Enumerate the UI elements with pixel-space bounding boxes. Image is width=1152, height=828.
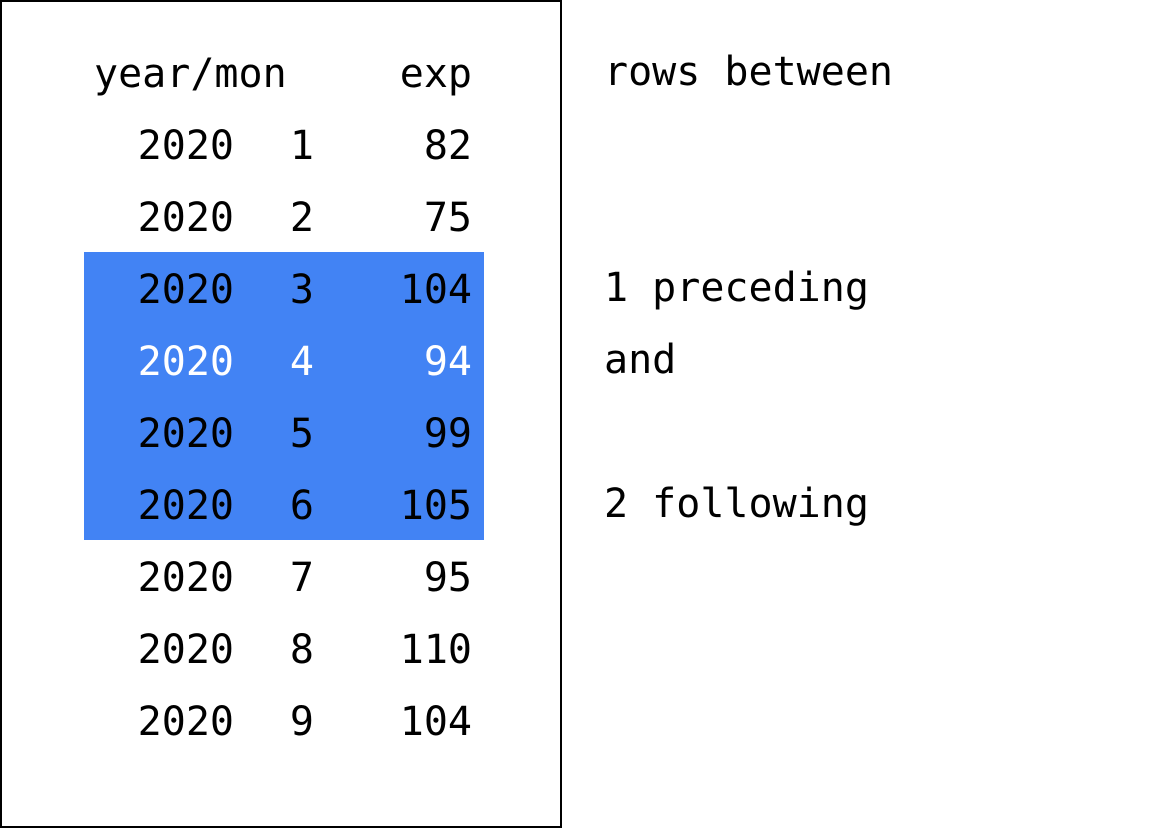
row-2-exp: 75 — [423, 195, 472, 241]
row-7-year: 2020 — [137, 555, 234, 601]
header-exp: exp — [399, 51, 472, 97]
row-7-mon: 7 — [289, 555, 314, 601]
row-3-year: 2020 — [137, 267, 234, 313]
row-8-year: 2020 — [137, 627, 234, 673]
row-2-year: 2020 — [137, 195, 234, 241]
header-year-mon: year/mon — [94, 51, 287, 97]
annotation-following: 2 following — [604, 481, 869, 527]
row-8-mon: 8 — [289, 627, 314, 673]
row-2-mon: 2 — [289, 195, 314, 241]
row-6-exp: 105 — [399, 483, 472, 529]
row-6-mon: 6 — [289, 483, 314, 529]
row-6-year: 2020 — [137, 483, 234, 529]
row-8-exp: 110 — [399, 627, 472, 673]
row-4-mon: 4 — [289, 339, 314, 385]
row-3-exp: 104 — [399, 267, 472, 313]
row-1-exp: 82 — [423, 123, 472, 169]
row-4-year: 2020 — [137, 339, 234, 385]
row-3-mon: 3 — [289, 267, 314, 313]
row-5-exp: 99 — [423, 411, 472, 457]
row-9-year: 2020 — [137, 699, 234, 745]
row-5-year: 2020 — [137, 411, 234, 457]
row-1-mon: 1 — [289, 123, 314, 169]
row-9-exp: 104 — [399, 699, 472, 745]
annotation-title: rows between — [604, 49, 893, 95]
table-frame: year/mon exp 2020 1 82 2020 2 75 2020 3 … — [0, 0, 562, 828]
row-5-mon: 5 — [289, 411, 314, 457]
row-4-exp: 94 — [423, 339, 472, 385]
row-1-year: 2020 — [137, 123, 234, 169]
row-9-mon: 9 — [289, 699, 314, 745]
row-7-exp: 95 — [423, 555, 472, 601]
annotation-and: and — [604, 337, 677, 383]
annotation-preceding: 1 preceding — [604, 265, 869, 311]
